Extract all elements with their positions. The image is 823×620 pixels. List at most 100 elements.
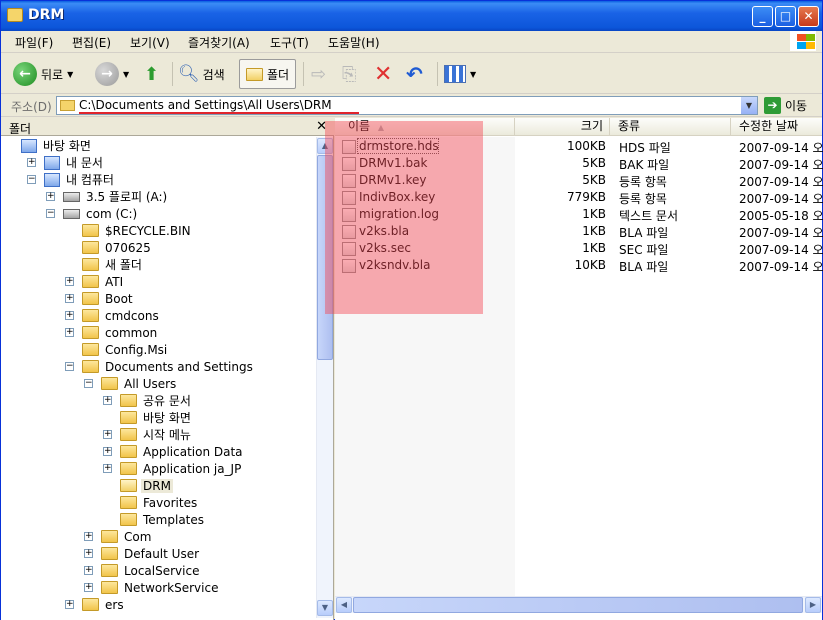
close-button[interactable]: ✕ (798, 6, 819, 27)
menu-view[interactable]: 보기(V) (130, 34, 170, 51)
tree-node[interactable]: + ATI (65, 273, 125, 290)
go-button[interactable]: ➔ 이동 (764, 97, 807, 114)
tree-node[interactable]: +3.5 플로피 (A:) (46, 188, 169, 205)
folders-button[interactable]: 폴더 (239, 59, 297, 89)
expand-icon[interactable]: + (103, 430, 112, 439)
tree-node-label: ATI (105, 274, 124, 289)
back-button[interactable]: ← 뒤로 ▼ (13, 59, 73, 89)
search-icon: 🔍︎ (178, 64, 200, 84)
tree-node[interactable]: + ers (65, 596, 126, 613)
delete-button[interactable]: ✕ (374, 59, 392, 89)
collapse-icon[interactable]: − (27, 175, 36, 184)
tree-node[interactable]: 바탕 화면 (21, 137, 93, 154)
tree-node[interactable]: − All Users (84, 375, 178, 392)
expand-icon[interactable]: + (84, 583, 93, 592)
scroll-left-icon[interactable]: ◀ (336, 597, 352, 613)
tree-node[interactable]: + 공유 문서 (103, 392, 193, 409)
folder-icon (101, 581, 118, 594)
move-to-button[interactable]: ⇨ (311, 59, 326, 89)
title-bar[interactable]: DRM _ □ ✕ (1, 1, 822, 31)
expand-icon[interactable]: + (65, 294, 74, 303)
address-path[interactable]: C:\Documents and Settings\All Users\DRM (79, 98, 332, 112)
chevron-down-icon[interactable]: ▼ (123, 70, 129, 79)
tree-node[interactable]: + cmdcons (65, 307, 161, 324)
tree-node[interactable]: − com (C:) (46, 205, 139, 222)
menu-tools[interactable]: 도구(T) (270, 34, 309, 51)
tree-node[interactable]: + Default User (84, 545, 201, 562)
tree-node[interactable]: + Com (84, 528, 153, 545)
folder-icon (82, 360, 99, 373)
toolbar-separator (437, 62, 438, 86)
chevron-down-icon[interactable]: ▼ (741, 97, 757, 114)
menu-file[interactable]: 파일(F) (15, 34, 53, 51)
scroll-thumb[interactable] (353, 597, 803, 613)
expand-icon[interactable]: + (27, 158, 36, 167)
forward-button[interactable]: → ▼ (95, 59, 129, 89)
up-folder-button[interactable]: ⬆ (144, 59, 159, 89)
tree-node[interactable]: 새 폴더 (82, 256, 144, 273)
expand-icon[interactable]: + (65, 277, 74, 286)
collapse-icon[interactable]: − (84, 379, 93, 388)
copy-to-button[interactable]: ⎘ (342, 59, 356, 89)
tree-node-label: 새 폴더 (105, 258, 142, 272)
expand-icon[interactable]: + (103, 447, 112, 456)
tree-node[interactable]: + Application Data (103, 443, 245, 460)
tree-node[interactable]: + 시작 메뉴 (103, 426, 193, 443)
tree-node[interactable]: + Boot (65, 290, 135, 307)
tree-node[interactable]: 바탕 화면 (120, 409, 193, 426)
folder-icon (120, 445, 137, 458)
expand-icon[interactable]: + (103, 464, 112, 473)
expand-icon[interactable]: + (65, 600, 74, 609)
folder-icon (82, 241, 99, 254)
views-button[interactable]: ▼ (444, 59, 476, 89)
tree-node-label: Application ja_JP (143, 461, 242, 476)
tree-node[interactable]: Templates (120, 511, 206, 528)
chevron-down-icon[interactable]: ▼ (67, 70, 73, 79)
expand-icon[interactable]: + (84, 549, 93, 558)
tree-node-label: cmdcons (105, 308, 159, 323)
tree-node-label: common (105, 325, 158, 340)
scroll-right-icon[interactable]: ▶ (805, 597, 821, 613)
collapse-icon[interactable]: − (46, 209, 55, 218)
tree-node[interactable]: + Application ja_JP (103, 460, 243, 477)
tree-node[interactable]: + NetworkService (84, 579, 220, 596)
expand-icon[interactable]: + (46, 192, 55, 201)
search-button[interactable]: 🔍︎ 검색 (178, 59, 225, 89)
expand-icon[interactable]: + (103, 396, 112, 405)
tree-node[interactable]: + common (65, 324, 159, 341)
expand-icon[interactable]: + (65, 328, 74, 337)
tree-node[interactable]: $RECYCLE.BIN (82, 222, 193, 239)
tree-node[interactable]: DRM (120, 477, 173, 494)
tree-node[interactable]: − 내 컴퓨터 (27, 171, 116, 188)
expand-icon[interactable]: + (84, 566, 93, 575)
scroll-down-icon[interactable]: ▼ (317, 600, 333, 616)
column-date-label: 수정한 날짜 (739, 119, 799, 133)
menu-favorites[interactable]: 즐겨찾기(A) (188, 34, 250, 51)
undo-button[interactable]: ↶ (406, 59, 423, 89)
expand-icon[interactable]: + (84, 532, 93, 541)
drive-icon (63, 191, 80, 202)
tree-node[interactable]: Favorites (120, 494, 199, 511)
address-input[interactable]: C:\Documents and Settings\All Users\DRM … (56, 96, 758, 115)
folder-icon (120, 462, 137, 475)
menu-edit[interactable]: 편집(E) (72, 34, 111, 51)
minimize-button[interactable]: _ (752, 6, 773, 27)
column-type[interactable]: 종류 (610, 118, 731, 136)
column-size[interactable]: 크기 (515, 118, 610, 136)
tree-node[interactable]: + LocalService (84, 562, 201, 579)
maximize-button[interactable]: □ (775, 6, 796, 27)
folder-pane: 폴더 ✕ 바탕 화면 + 내 문서 − 내 컴퓨터 +3.5 플로피 (A:) − com (… (1, 118, 334, 620)
menu-help[interactable]: 도움말(H) (328, 34, 380, 51)
collapse-icon[interactable]: − (65, 362, 74, 371)
column-date[interactable]: 수정한 날짜 (731, 118, 822, 136)
tree-node[interactable]: 070625 (82, 239, 153, 256)
file-date: 2007-09-14 오 (739, 175, 823, 189)
expand-icon[interactable]: + (65, 311, 74, 320)
chevron-down-icon[interactable]: ▼ (470, 70, 476, 79)
tree-node[interactable]: Config.Msi (82, 341, 169, 358)
tree-node[interactable]: − Documents and Settings (65, 358, 255, 375)
tree-node-label: 내 컴퓨터 (66, 173, 114, 187)
tree-node-label: Application Data (143, 444, 243, 459)
file-pane-scrollbar[interactable]: ◀ ▶ (335, 596, 822, 613)
tree-node[interactable]: + 내 문서 (27, 154, 105, 171)
